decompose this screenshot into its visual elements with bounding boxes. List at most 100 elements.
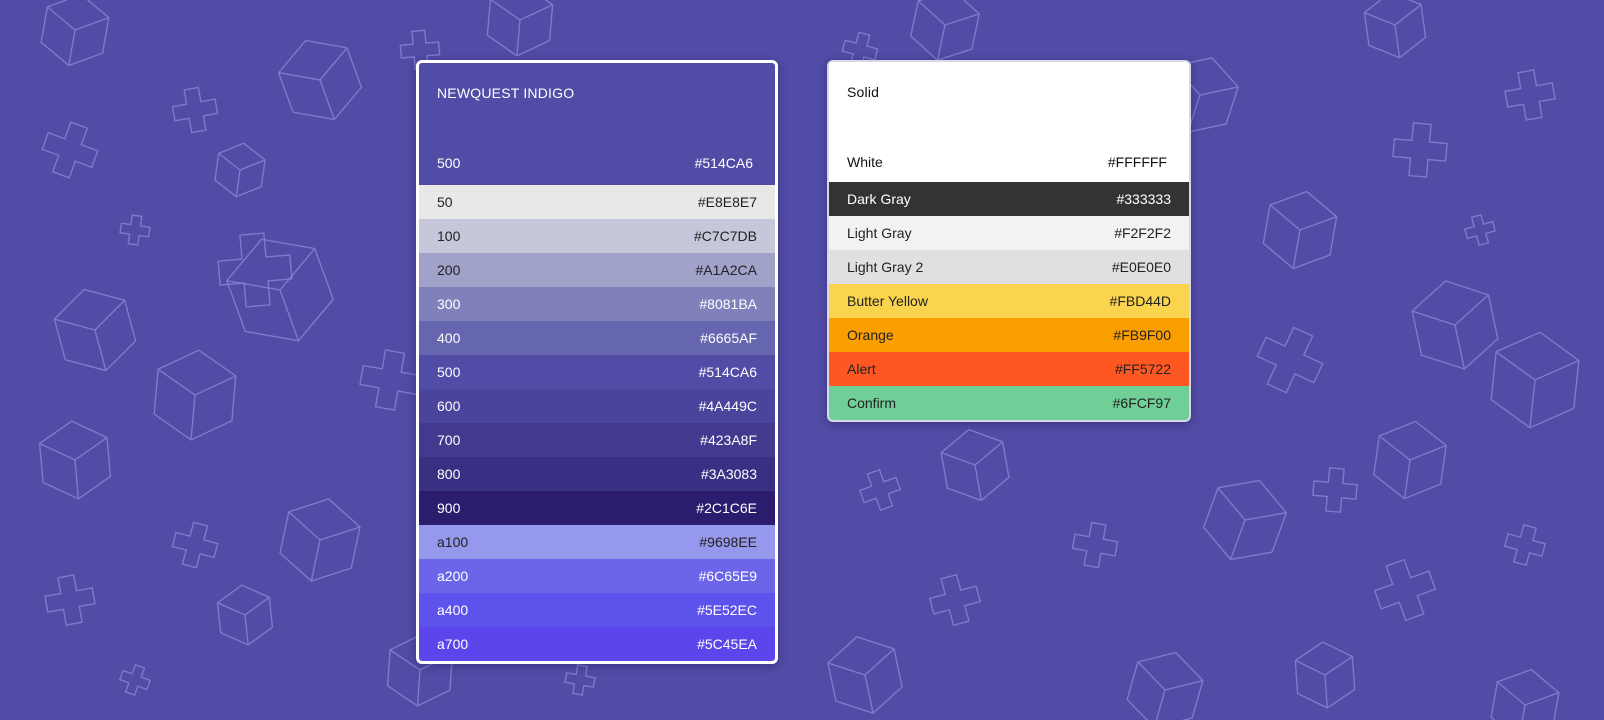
swatch-hex: #514CA6 xyxy=(698,364,757,380)
plus-shape xyxy=(858,468,902,512)
swatch-row: 600 #4A449C xyxy=(419,389,775,423)
swatch-row: 300 #8081BA xyxy=(419,287,775,321)
swatch-row: Confirm #6FCF97 xyxy=(829,386,1189,420)
swatch-row: Orange #FB9F00 xyxy=(829,318,1189,352)
indigo-card-header: NEWQUEST INDIGO 500 #514CA6 xyxy=(419,63,775,185)
cube-shape xyxy=(1294,641,1356,709)
cube-shape xyxy=(277,39,363,121)
cube-shape xyxy=(38,420,112,500)
swatch-name: Light Gray 2 xyxy=(847,259,924,275)
swatch-name: Light Gray xyxy=(847,225,912,241)
cube-shape xyxy=(1373,420,1447,500)
swatch-row: Dark Gray #333333 xyxy=(829,182,1189,216)
cube-shape xyxy=(1411,280,1499,370)
cube-shape xyxy=(225,238,335,342)
swatch-name: Alert xyxy=(847,361,876,377)
cube-shape xyxy=(1363,0,1427,59)
cube-shape xyxy=(279,498,361,582)
swatch-hex: #4A449C xyxy=(698,398,757,414)
plus-shape xyxy=(1503,523,1547,567)
plus-shape xyxy=(928,573,982,627)
cube-shape xyxy=(214,142,266,198)
swatch-row: Butter Yellow #FBD44D xyxy=(829,284,1189,318)
swatch-hex: #333333 xyxy=(1116,191,1171,207)
cube-shape xyxy=(1490,331,1580,429)
cube-shape xyxy=(827,636,903,714)
plus-shape xyxy=(1071,521,1119,569)
swatch-hex: #8081BA xyxy=(699,296,757,312)
swatch-hex: #5C45EA xyxy=(697,636,757,652)
swatch-hex: #E8E8E7 xyxy=(697,194,757,210)
cube-shape xyxy=(909,0,981,62)
swatch-name: 500 xyxy=(437,155,461,171)
swatch-name: White xyxy=(847,154,883,170)
solid-card-header: Solid White #FFFFFF xyxy=(829,62,1189,182)
plus-shape xyxy=(1504,69,1556,121)
swatch-hex: #F2F2F2 xyxy=(1114,225,1171,241)
cube-shape xyxy=(1202,479,1288,561)
plus-shape xyxy=(1392,122,1448,178)
cube-shape xyxy=(486,0,554,57)
background-pattern xyxy=(38,0,1580,720)
plus-shape xyxy=(119,214,151,246)
swatch-hex: #423A8F xyxy=(700,432,757,448)
cube-shape xyxy=(40,0,110,67)
plus-shape xyxy=(1312,467,1358,513)
plus-shape xyxy=(1463,213,1497,247)
plus-shape xyxy=(118,663,152,697)
plus-shape xyxy=(41,121,99,179)
swatch-row: 800 #3A3083 xyxy=(419,457,775,491)
swatch-row: Light Gray #F2F2F2 xyxy=(829,216,1189,250)
swatch-name: a100 xyxy=(437,534,469,550)
swatch-row: 400 #6665AF xyxy=(419,321,775,355)
cube-shape xyxy=(1126,651,1204,720)
swatch-name: 900 xyxy=(437,500,461,516)
swatch-hex: #FFFFFF xyxy=(1107,154,1167,170)
swatch-hex: #FF5722 xyxy=(1114,361,1171,377)
swatch-row: 500 #514CA6 xyxy=(419,355,775,389)
swatch-hex: #6665AF xyxy=(700,330,757,346)
plus-shape xyxy=(1373,558,1437,622)
swatch-row: a200 #6C65E9 xyxy=(419,559,775,593)
swatch-row: a400 #5E52EC xyxy=(419,593,775,627)
swatch-name: a700 xyxy=(437,636,469,652)
indigo-palette-card: NEWQUEST INDIGO 500 #514CA6 50 #E8E8E7 100… xyxy=(416,60,778,664)
solid-swatch-list: Dark Gray #333333 Light Gray #F2F2F2 Light G… xyxy=(829,182,1189,420)
swatch-name: Dark Gray xyxy=(847,191,911,207)
swatch-hex: #6C65E9 xyxy=(698,568,757,584)
cube-shape xyxy=(153,349,237,441)
cube-shape xyxy=(216,584,274,646)
swatch-name: 400 xyxy=(437,330,461,346)
swatch-name: a400 xyxy=(437,602,469,618)
plus-shape xyxy=(359,349,421,411)
swatch-name: a200 xyxy=(437,568,469,584)
swatch-hex: #FBD44D xyxy=(1109,293,1171,309)
swatch-row: Alert #FF5722 xyxy=(829,352,1189,386)
solid-palette-card: Solid White #FFFFFF Dark Gray #333333 Ligh… xyxy=(827,60,1191,422)
swatch-row: 700 #423A8F xyxy=(419,423,775,457)
swatch-hex: #A1A2CA xyxy=(695,262,757,278)
swatch-row: a700 #5C45EA xyxy=(419,627,775,661)
cube-shape xyxy=(940,428,1010,502)
swatch-name: Orange xyxy=(847,327,894,343)
swatch-name: Butter Yellow xyxy=(847,293,928,309)
swatch-hex: #5E52EC xyxy=(697,602,757,618)
swatch-name: 600 xyxy=(437,398,461,414)
swatch-hex: #2C1C6E xyxy=(696,500,757,516)
swatch-name: 700 xyxy=(437,432,461,448)
indigo-header-swatch: 500 #514CA6 xyxy=(437,155,753,171)
swatch-hex: #E0E0E0 xyxy=(1111,259,1171,275)
solid-header-swatch: White #FFFFFF xyxy=(847,154,1167,170)
swatch-row: 50 #E8E8E7 xyxy=(419,185,775,219)
swatch-name: 50 xyxy=(437,194,453,210)
plus-shape xyxy=(564,664,596,696)
swatch-hex: #C7C7DB xyxy=(693,228,757,244)
plus-shape xyxy=(44,574,96,626)
swatch-row: 200 #A1A2CA xyxy=(419,253,775,287)
swatch-hex: #6FCF97 xyxy=(1112,395,1171,411)
indigo-card-title: NEWQUEST INDIGO xyxy=(437,85,575,101)
cube-shape xyxy=(1262,190,1338,270)
plus-shape xyxy=(1256,326,1324,394)
swatch-hex: #3A3083 xyxy=(700,466,757,482)
swatch-name: 500 xyxy=(437,364,461,380)
